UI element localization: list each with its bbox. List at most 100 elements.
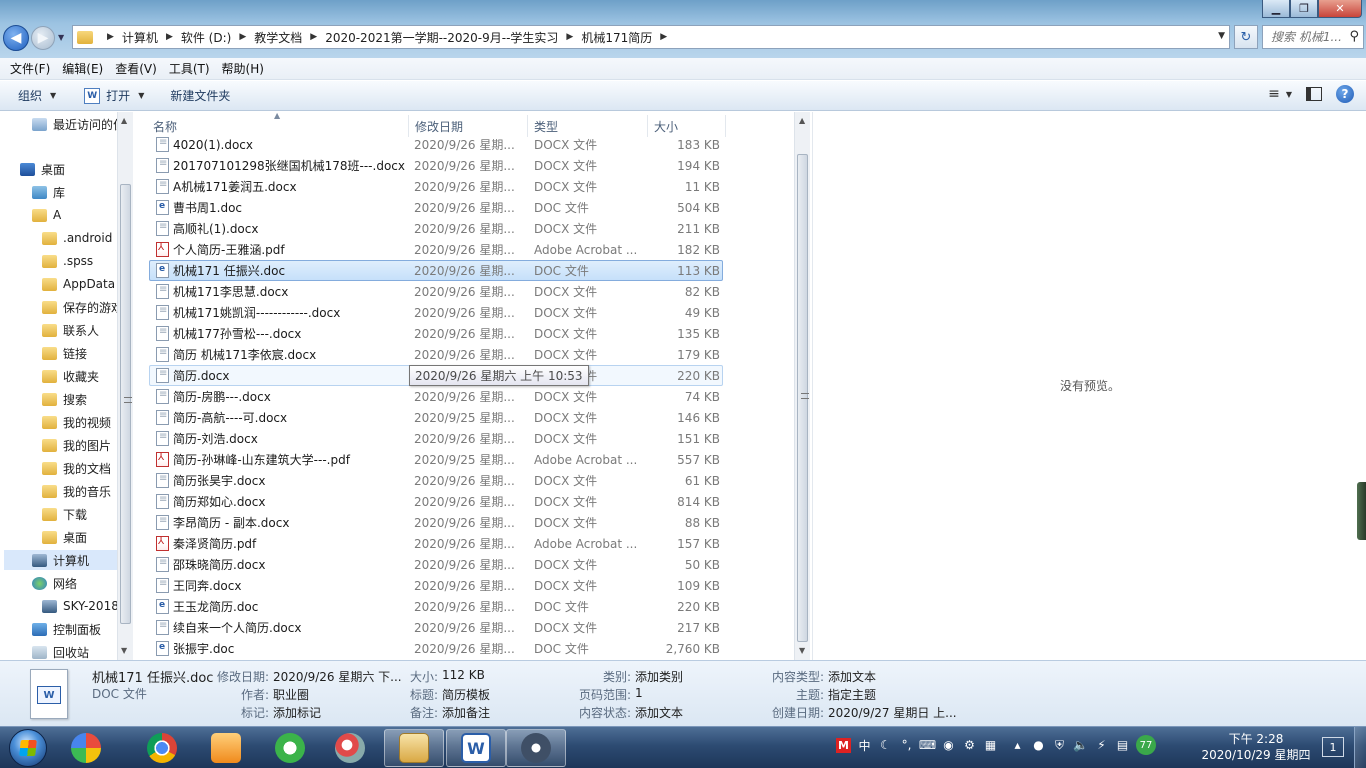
file-row[interactable]: 王同奔.docx 2020/9/26 星期... DOCX 文件 109 KB	[149, 575, 723, 596]
menu-view[interactable]: 查看(V)	[109, 60, 163, 77]
taskbar-app-word[interactable]: W	[446, 729, 506, 767]
tools-icon[interactable]: ▦	[983, 738, 998, 753]
ime-mode-text[interactable]: 中	[857, 738, 872, 753]
menu-help[interactable]: 帮助(H)	[216, 60, 270, 77]
minimize-button[interactable]: ▁	[1262, 0, 1290, 18]
scroll-up-icon[interactable]: ▲	[121, 116, 127, 125]
file-row[interactable]: 机械171姚凯润------------.docx 2020/9/26 星期...…	[149, 302, 723, 323]
address-bar[interactable]: ▶ 计算机 ▶ 软件 (D:) ▶ 教学文档 ▶ 2020-2021第一学期--…	[72, 25, 1230, 49]
file-row[interactable]: 机械171李思慧.docx 2020/9/26 星期... DOCX 文件 82 KB	[149, 281, 723, 302]
taskbar-app-classroom[interactable]	[506, 729, 566, 767]
content-status-value[interactable]: 添加文本	[635, 704, 683, 721]
forward-button[interactable]: ▶	[31, 26, 55, 50]
chevron-down-icon[interactable]: ▼	[1286, 90, 1292, 99]
breadcrumb-item-teaching-docs[interactable]: 教学文档	[254, 29, 302, 46]
taskbar-app-media-player[interactable]	[196, 729, 256, 767]
nav-item-computer[interactable]: 计算机	[4, 550, 117, 570]
navigation-scrollbar[interactable]: ▲ ▼	[117, 112, 133, 660]
search-input[interactable]	[1271, 30, 1345, 44]
close-button[interactable]: ✕	[1318, 0, 1362, 18]
nav-item-links[interactable]: 链接	[42, 343, 87, 363]
category-value[interactable]: 添加类别	[635, 668, 683, 685]
shield-icon[interactable]: ⛨	[1052, 738, 1067, 753]
refresh-button[interactable]: ↻	[1234, 25, 1258, 49]
menu-edit[interactable]: 编辑(E)	[56, 60, 109, 77]
chevron-right-icon[interactable]: ▶	[310, 32, 317, 42]
file-row[interactable]: 简历-孙琳峰-山东建筑大学---.pdf 2020/9/25 星期... Adobe…	[149, 449, 723, 470]
scrollbar-thumb[interactable]	[120, 184, 132, 624]
file-row[interactable]: 秦泽贤简历.pdf 2020/9/26 星期... Adobe Acrobat ..…	[149, 533, 723, 554]
breadcrumb-item-drive-d[interactable]: 软件 (D:)	[181, 29, 231, 46]
chevron-right-icon[interactable]: ▶	[566, 32, 573, 42]
nav-item-searches[interactable]: 搜索	[42, 389, 87, 409]
settings-icon[interactable]: ⚙	[962, 738, 977, 753]
nav-item-recycle-bin[interactable]: 回收站	[32, 642, 89, 660]
nav-item-network[interactable]: 网络	[32, 573, 77, 593]
address-dropdown-icon[interactable]: ▼	[1218, 31, 1225, 41]
network-signal-icon[interactable]: ▤	[1115, 738, 1130, 753]
moon-icon[interactable]: ☾	[878, 738, 893, 753]
nav-item-videos[interactable]: 我的视频	[42, 412, 111, 432]
pane-splitter[interactable]	[133, 112, 144, 660]
new-folder-button[interactable]: 新建文件夹	[162, 84, 238, 108]
nav-item-control-panel[interactable]: 控制面板	[32, 619, 101, 639]
security-badge[interactable]: 77	[1136, 735, 1156, 755]
show-hidden-icons[interactable]: ▴	[1010, 738, 1025, 753]
ime-logo-icon[interactable]: M	[836, 737, 851, 753]
search-icon[interactable]: ⚲	[1349, 29, 1359, 44]
nav-item-spss[interactable]: .spss	[42, 251, 93, 271]
file-row[interactable]: A机械171姜润五.docx 2020/9/26 星期... DOCX 文件 11 K…	[149, 176, 723, 197]
file-row[interactable]: 高顺礼(1).docx 2020/9/26 星期... DOCX 文件 211 KB	[149, 218, 723, 239]
file-row[interactable]: 王玉龙简历.doc 2020/9/26 星期... DOC 文件 220 KB	[149, 596, 723, 617]
file-row[interactable]: 续自来一个人简历.docx 2020/9/26 星期... DOCX 文件 217 K…	[149, 617, 723, 638]
tags-value[interactable]: 添加标记	[273, 704, 321, 721]
taskbar-app-tool[interactable]	[320, 729, 380, 767]
file-row[interactable]: 简历-房鹏---.docx 2020/9/26 星期... DOCX 文件 74 KB	[149, 386, 723, 407]
breadcrumb-item-current-folder[interactable]: 机械171简历	[581, 29, 652, 46]
comments-value[interactable]: 添加备注	[442, 704, 490, 721]
nav-item-libraries[interactable]: 库	[32, 182, 65, 202]
view-options-icon[interactable]: ≡	[1268, 86, 1280, 102]
file-row[interactable]: 个人简历-王雅涵.pdf 2020/9/26 星期... Adobe Acrobat…	[149, 239, 723, 260]
start-button[interactable]	[2, 728, 54, 768]
nav-item-user-a[interactable]: A	[32, 205, 61, 225]
punctuation-icon[interactable]: °,	[899, 738, 914, 753]
edge-handle[interactable]	[1357, 482, 1366, 540]
back-button[interactable]: ◀	[3, 25, 29, 51]
taskbar-app-sync[interactable]	[260, 729, 320, 767]
system-clock[interactable]: 下午 2:28 2020/10/29 星期四	[1198, 731, 1314, 763]
file-row[interactable]: 简历张昊宇.docx 2020/9/26 星期... DOCX 文件 61 KB	[149, 470, 723, 491]
nav-item-android[interactable]: .android	[42, 228, 112, 248]
file-row[interactable]: 曹书周1.doc 2020/9/26 星期... DOC 文件 504 KB	[149, 197, 723, 218]
scroll-down-icon[interactable]: ▼	[121, 646, 127, 655]
menu-tools[interactable]: 工具(T)	[163, 60, 216, 77]
file-row[interactable]: 简历-高航----可.docx 2020/9/25 星期... DOCX 文件 146…	[149, 407, 723, 428]
file-row[interactable]: 机械177孙雪松---.docx 2020/9/26 星期... DOCX 文件 13…	[149, 323, 723, 344]
file-row[interactable]: 4020(1).docx 2020/9/26 星期... DOCX 文件 183 KB	[149, 134, 723, 155]
title-value[interactable]: 简历模板	[442, 686, 490, 703]
file-row[interactable]: 机械171 任振兴.doc 2020/9/26 星期... DOC 文件 113 KB	[149, 260, 723, 281]
modified-value[interactable]: 2020/9/26 星期六 下...	[273, 668, 402, 685]
notification-icon[interactable]: 1	[1322, 737, 1344, 757]
author-value[interactable]: 职业圈	[273, 686, 309, 703]
chevron-right-icon[interactable]: ▶	[107, 32, 114, 42]
nav-item-music[interactable]: 我的音乐	[42, 481, 111, 501]
breadcrumb-item-computer[interactable]: 计算机	[122, 29, 158, 46]
nav-item-appdata[interactable]: AppData	[42, 274, 115, 294]
file-row[interactable]: 简历-刘浩.docx 2020/9/26 星期... DOCX 文件 151 KB	[149, 428, 723, 449]
recent-pages-dropdown[interactable]: ▼	[58, 33, 64, 42]
keyboard-icon[interactable]: ⌨	[919, 738, 936, 753]
taskbar-app-explorer[interactable]	[384, 729, 444, 767]
search-box[interactable]: ⚲	[1262, 25, 1364, 49]
nav-item-downloads[interactable]: 下载	[42, 504, 87, 524]
scroll-down-icon[interactable]: ▼	[799, 646, 805, 655]
taskbar-app-chrome[interactable]	[132, 729, 192, 767]
nav-item-sky-2018[interactable]: SKY-2018	[42, 596, 119, 616]
menu-file[interactable]: 文件(F)	[4, 60, 56, 77]
skin-icon[interactable]: ◉	[941, 738, 956, 753]
subject-value[interactable]: 指定主题	[828, 686, 876, 703]
file-row[interactable]: 简历郑如心.docx 2020/9/26 星期... DOCX 文件 814 KB	[149, 491, 723, 512]
file-row[interactable]: 李昂简历 - 副本.docx 2020/9/26 星期... DOCX 文件 88 K…	[149, 512, 723, 533]
file-row[interactable]: 201707101298张继国机械178班---.docx 2020/9/26 星…	[149, 155, 723, 176]
scroll-up-icon[interactable]: ▲	[799, 116, 805, 125]
